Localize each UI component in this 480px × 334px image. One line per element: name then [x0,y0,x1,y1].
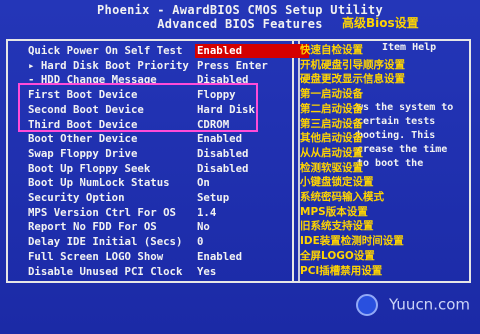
item-help-text: ws the system to certain tests booting. … [357,101,453,171]
setting-label: Quick Power On Self Test [28,44,183,57]
annotation-label: 其他启动设备 [300,132,363,145]
setting-value[interactable]: Enabled [195,44,309,58]
chinese-page-title: 高级Bios设置 [342,16,419,30]
setting-value[interactable]: Enabled [197,250,307,264]
annotation-label: 小键盘锁定设置 [300,176,374,189]
setting-label: Security Option [28,191,125,204]
setting-label: Boot Other Device [28,132,138,146]
annotation-label: IDE装置检测时间设置 [300,235,404,248]
setting-value[interactable]: 0 [197,235,307,249]
annotation-label: 硬盘更改显示信息设置 [300,73,405,86]
setting-label: ▸ Hard Disk Boot Priority [28,58,189,72]
annotation-label: 全屏LOGO设置 [300,249,375,262]
annotation-label: 开机硬盘引导顺序设置 [300,58,405,71]
help-line: ws the system to [357,102,454,113]
setting-value[interactable]: Enabled [197,132,307,146]
setting-label: Disable Unused PCI Clock [28,264,183,278]
setting-value[interactable]: Press Enter [197,59,307,73]
setting-label: MPS Version Ctrl For OS [28,205,176,219]
annotation-label: 第二启动设备 [300,102,363,115]
help-line: booting. This [357,130,436,141]
setting-label: Boot Up NumLock Status [28,176,170,190]
watermark-logo-icon [356,294,379,316]
boot-device-highlight-box [18,83,258,132]
annotation-label: 第三启动设备 [300,117,363,130]
setting-label: Delay IDE Initial (Secs) [28,235,183,249]
annotation-label: MPS版本设置 [300,205,368,218]
setting-value[interactable]: Disabled [197,147,307,161]
setting-label: Swap Floppy Drive [28,146,138,160]
annotation-label: PCI插槽禁用设置 [300,264,383,277]
watermark-text: Yuucn.com [388,295,470,314]
item-help-title: Item Help [382,42,437,53]
help-line: to boot the [357,158,424,169]
annotation-label: 系统密码输入模式 [300,191,384,203]
help-line: certain tests [357,116,436,127]
setting-value[interactable]: Setup [197,191,307,205]
annotation-label: 检测软驱设置 [300,161,363,174]
annotation-label: 快速自检设置 [300,44,363,56]
setting-label: Full Screen LOGO Show [28,249,164,263]
setting-label: Report No FDD For OS [28,220,157,234]
annotation-label: 从从启动设置 [300,146,363,159]
annotation-label: 旧系统支持设置 [300,220,374,233]
setting-value[interactable]: Disabled [197,162,307,176]
annotation-label: 第一启动设备 [300,88,363,101]
watermark: Yuucn.com [356,294,470,316]
setting-label: Boot Up Floppy Seek [28,161,151,175]
bios-screen: Phoenix - AwardBIOS CMOS Setup Utility A… [0,0,480,334]
setting-value[interactable]: Yes [197,265,307,279]
setting-value[interactable]: 1.4 [197,206,307,220]
setting-value[interactable]: On [197,176,307,190]
help-line: crease the time [357,144,448,155]
setting-value[interactable]: No [197,220,307,234]
